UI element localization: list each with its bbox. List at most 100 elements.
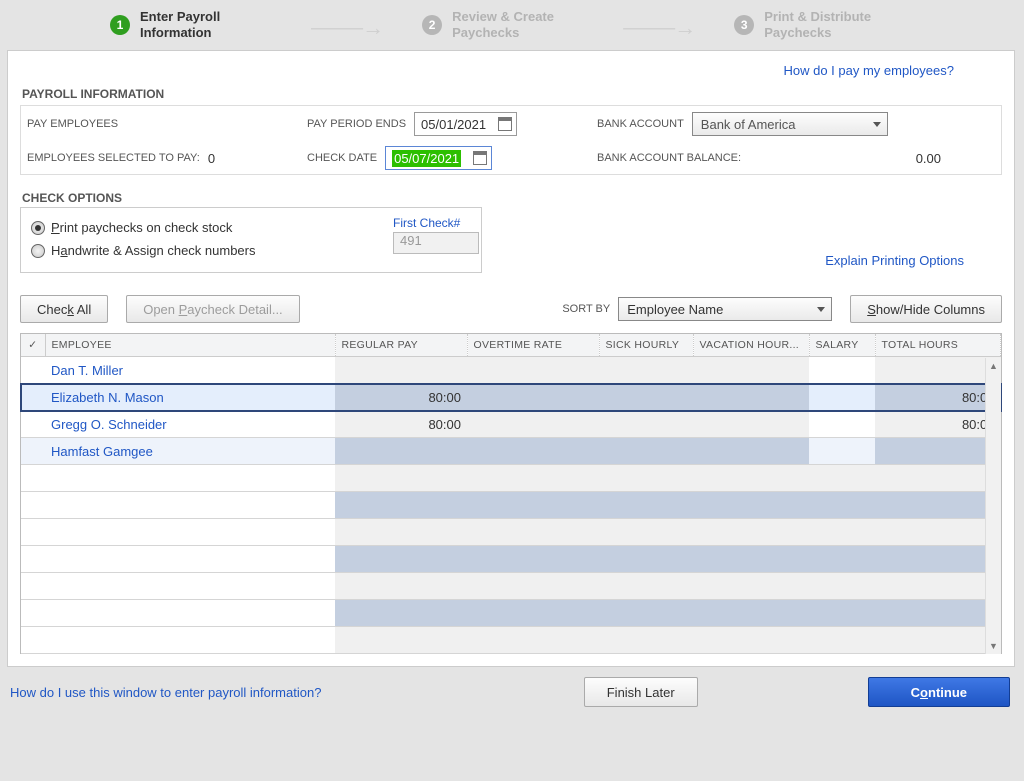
cell-overtime-rate[interactable]: [467, 465, 599, 492]
cell-check[interactable]: [21, 492, 45, 519]
cell-overtime-rate[interactable]: [467, 600, 599, 627]
cell-employee[interactable]: [45, 600, 335, 627]
cell-vacation-hour[interactable]: [693, 465, 809, 492]
cell-check[interactable]: [21, 357, 45, 384]
cell-total-hours[interactable]: [875, 519, 1001, 546]
cell-vacation-hour[interactable]: [693, 492, 809, 519]
cell-vacation-hour[interactable]: [693, 411, 809, 438]
col-salary[interactable]: SALARY: [809, 334, 875, 357]
help-pay-employees-link[interactable]: How do I pay my employees?: [783, 63, 954, 78]
cell-employee[interactable]: [45, 627, 335, 654]
cell-salary[interactable]: [809, 519, 875, 546]
cell-salary[interactable]: [809, 411, 875, 438]
table-row[interactable]: Dan T. Miller: [21, 357, 1001, 384]
cell-vacation-hour[interactable]: [693, 438, 809, 465]
cell-total-hours[interactable]: [875, 627, 1001, 654]
cell-overtime-rate[interactable]: [467, 519, 599, 546]
calendar-icon[interactable]: [498, 117, 512, 131]
cell-check[interactable]: [21, 411, 45, 438]
cell-regular-pay[interactable]: 80:00: [335, 411, 467, 438]
calendar-icon[interactable]: [473, 151, 487, 165]
cell-vacation-hour[interactable]: [693, 546, 809, 573]
table-row[interactable]: [21, 627, 1001, 654]
cell-sick-hourly[interactable]: [599, 546, 693, 573]
cell-check[interactable]: [21, 546, 45, 573]
cell-check[interactable]: [21, 384, 45, 411]
cell-overtime-rate[interactable]: [467, 357, 599, 384]
cell-total-hours[interactable]: 80:00: [875, 411, 1001, 438]
cell-sick-hourly[interactable]: [599, 357, 693, 384]
cell-check[interactable]: [21, 465, 45, 492]
cell-regular-pay[interactable]: [335, 546, 467, 573]
cell-sick-hourly[interactable]: [599, 411, 693, 438]
cell-sick-hourly[interactable]: [599, 492, 693, 519]
table-row[interactable]: [21, 519, 1001, 546]
table-row[interactable]: [21, 546, 1001, 573]
cell-employee[interactable]: [45, 573, 335, 600]
cell-regular-pay[interactable]: [335, 600, 467, 627]
cell-regular-pay[interactable]: [335, 465, 467, 492]
show-hide-columns-button[interactable]: Show/Hide Columns: [850, 295, 1002, 323]
cell-total-hours[interactable]: [875, 465, 1001, 492]
cell-overtime-rate[interactable]: [467, 411, 599, 438]
cell-overtime-rate[interactable]: [467, 438, 599, 465]
cell-sick-hourly[interactable]: [599, 600, 693, 627]
cell-employee[interactable]: [45, 492, 335, 519]
col-overtime-rate[interactable]: OVERTIME RATE: [467, 334, 599, 357]
open-paycheck-detail-button[interactable]: Open Paycheck Detail...: [126, 295, 299, 323]
table-row[interactable]: [21, 465, 1001, 492]
col-regular-pay[interactable]: REGULAR PAY: [335, 334, 467, 357]
cell-sick-hourly[interactable]: [599, 573, 693, 600]
cell-vacation-hour[interactable]: [693, 384, 809, 411]
cell-regular-pay[interactable]: [335, 357, 467, 384]
cell-check[interactable]: [21, 600, 45, 627]
cell-total-hours[interactable]: [875, 600, 1001, 627]
cell-total-hours[interactable]: [875, 546, 1001, 573]
cell-total-hours[interactable]: [875, 492, 1001, 519]
cell-vacation-hour[interactable]: [693, 357, 809, 384]
cell-regular-pay[interactable]: [335, 573, 467, 600]
col-employee[interactable]: EMPLOYEE: [45, 334, 335, 357]
col-check[interactable]: ✓: [21, 334, 45, 357]
cell-sick-hourly[interactable]: [599, 384, 693, 411]
pay-period-ends-input[interactable]: 05/01/2021: [414, 112, 517, 136]
cell-employee[interactable]: [45, 465, 335, 492]
cell-overtime-rate[interactable]: [467, 384, 599, 411]
cell-vacation-hour[interactable]: [693, 573, 809, 600]
cell-salary[interactable]: [809, 384, 875, 411]
cell-overtime-rate[interactable]: [467, 627, 599, 654]
cell-vacation-hour[interactable]: [693, 519, 809, 546]
cell-check[interactable]: [21, 438, 45, 465]
cell-sick-hourly[interactable]: [599, 627, 693, 654]
table-row[interactable]: [21, 573, 1001, 600]
col-vacation-hour[interactable]: VACATION HOUR...: [693, 334, 809, 357]
cell-employee[interactable]: Gregg O. Schneider: [45, 411, 335, 438]
cell-salary[interactable]: [809, 438, 875, 465]
continue-button[interactable]: Continue: [868, 677, 1010, 707]
table-row[interactable]: [21, 492, 1001, 519]
cell-salary[interactable]: [809, 465, 875, 492]
first-check-input[interactable]: 491: [393, 232, 479, 254]
cell-vacation-hour[interactable]: [693, 627, 809, 654]
cell-check[interactable]: [21, 519, 45, 546]
cell-total-hours[interactable]: [875, 438, 1001, 465]
cell-regular-pay[interactable]: [335, 519, 467, 546]
cell-sick-hourly[interactable]: [599, 519, 693, 546]
cell-overtime-rate[interactable]: [467, 573, 599, 600]
cell-sick-hourly[interactable]: [599, 438, 693, 465]
cell-sick-hourly[interactable]: [599, 465, 693, 492]
cell-employee[interactable]: [45, 546, 335, 573]
cell-salary[interactable]: [809, 573, 875, 600]
cell-employee[interactable]: Elizabeth N. Mason: [45, 384, 335, 411]
check-all-button[interactable]: Check All: [20, 295, 108, 323]
cell-employee[interactable]: Hamfast Gamgee: [45, 438, 335, 465]
cell-employee[interactable]: Dan T. Miller: [45, 357, 335, 384]
cell-total-hours[interactable]: [875, 573, 1001, 600]
finish-later-button[interactable]: Finish Later: [584, 677, 698, 707]
cell-regular-pay[interactable]: [335, 438, 467, 465]
col-total-hours[interactable]: TOTAL HOURS: [875, 334, 1001, 357]
bank-account-select[interactable]: Bank of America: [692, 112, 888, 136]
table-row[interactable]: Hamfast Gamgee: [21, 438, 1001, 465]
table-row[interactable]: [21, 600, 1001, 627]
table-row[interactable]: Elizabeth N. Mason80:0080:00: [21, 384, 1001, 411]
